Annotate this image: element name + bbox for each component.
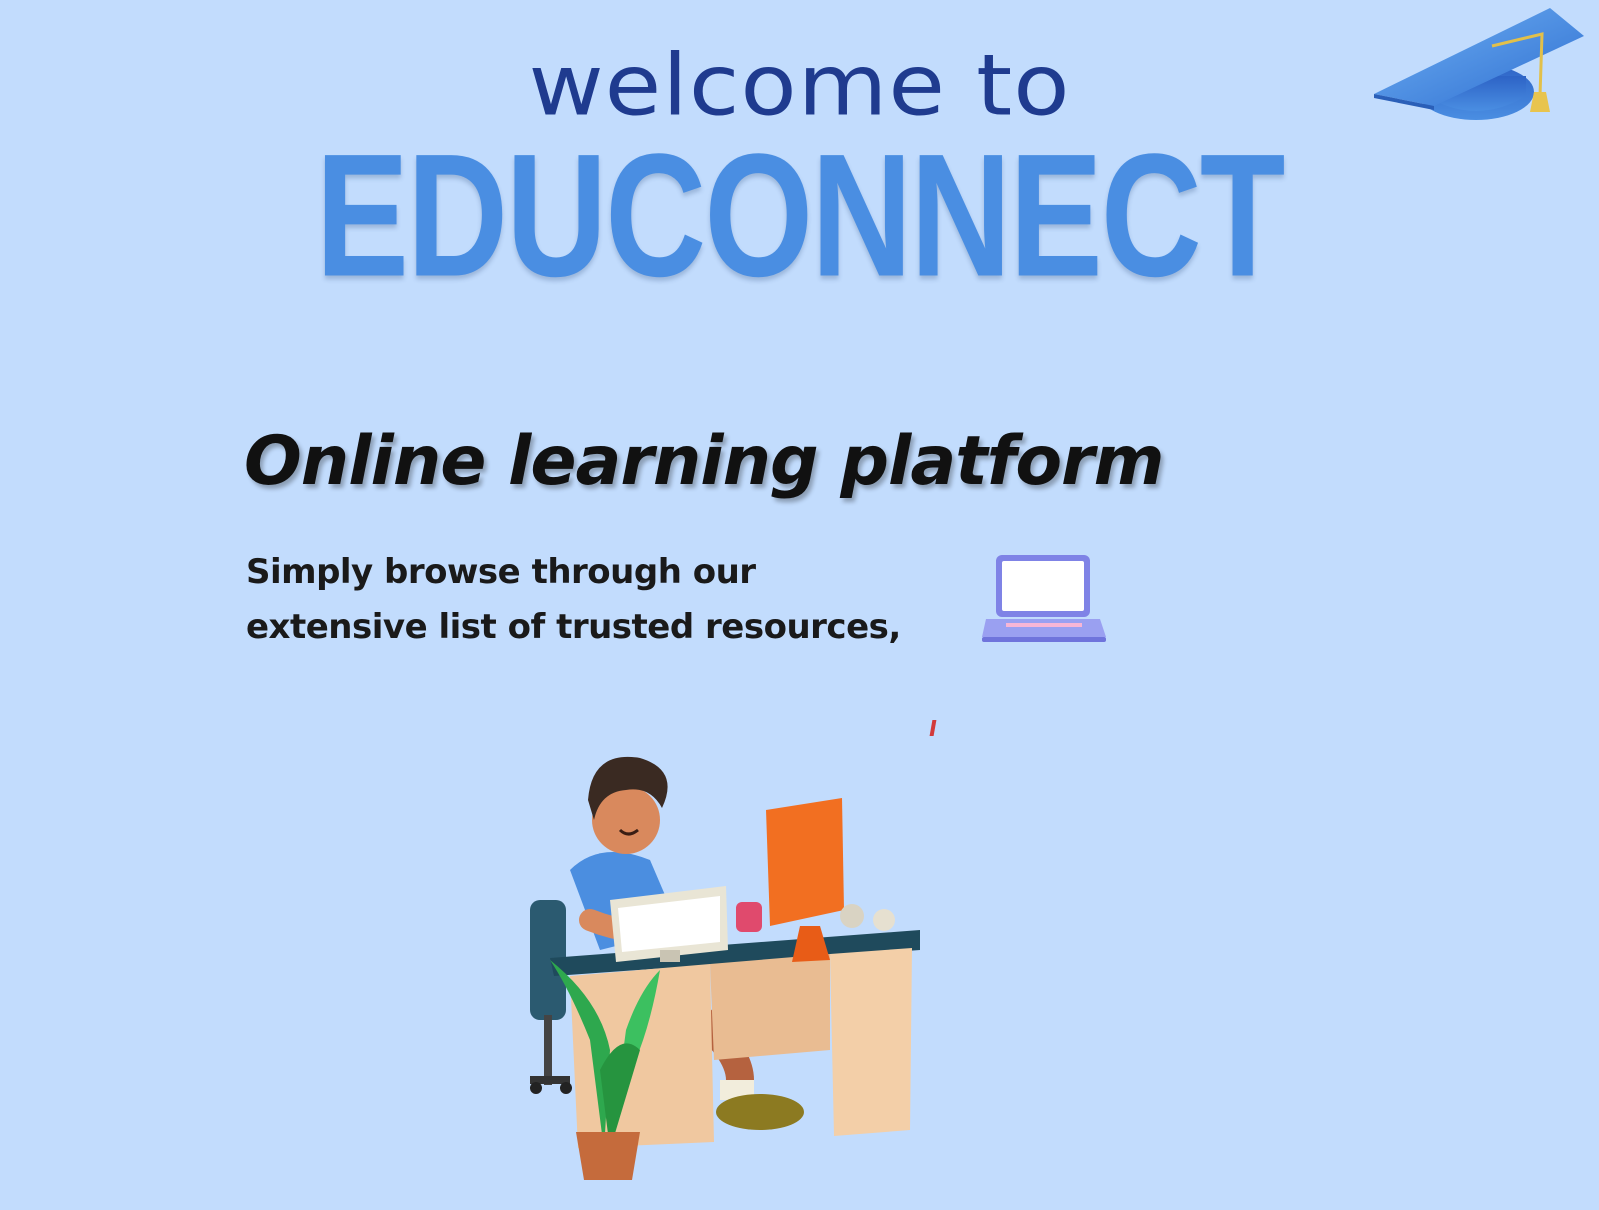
description-line-1: Simply browse through our xyxy=(246,552,756,592)
description: Simply browse through our extensive list… xyxy=(246,545,901,655)
graduation-cap-icon xyxy=(1374,8,1584,120)
tagline: Online learning platform xyxy=(244,422,1164,501)
description-line-2: extensive list of trusted resources, xyxy=(246,607,901,647)
welcome-heading: welcome to xyxy=(528,36,1071,135)
brand-title: EDUCONNECT xyxy=(315,116,1286,313)
red-mark xyxy=(929,720,937,736)
person-at-desk-illustration xyxy=(530,756,920,1180)
laptop-icon xyxy=(982,555,1106,642)
